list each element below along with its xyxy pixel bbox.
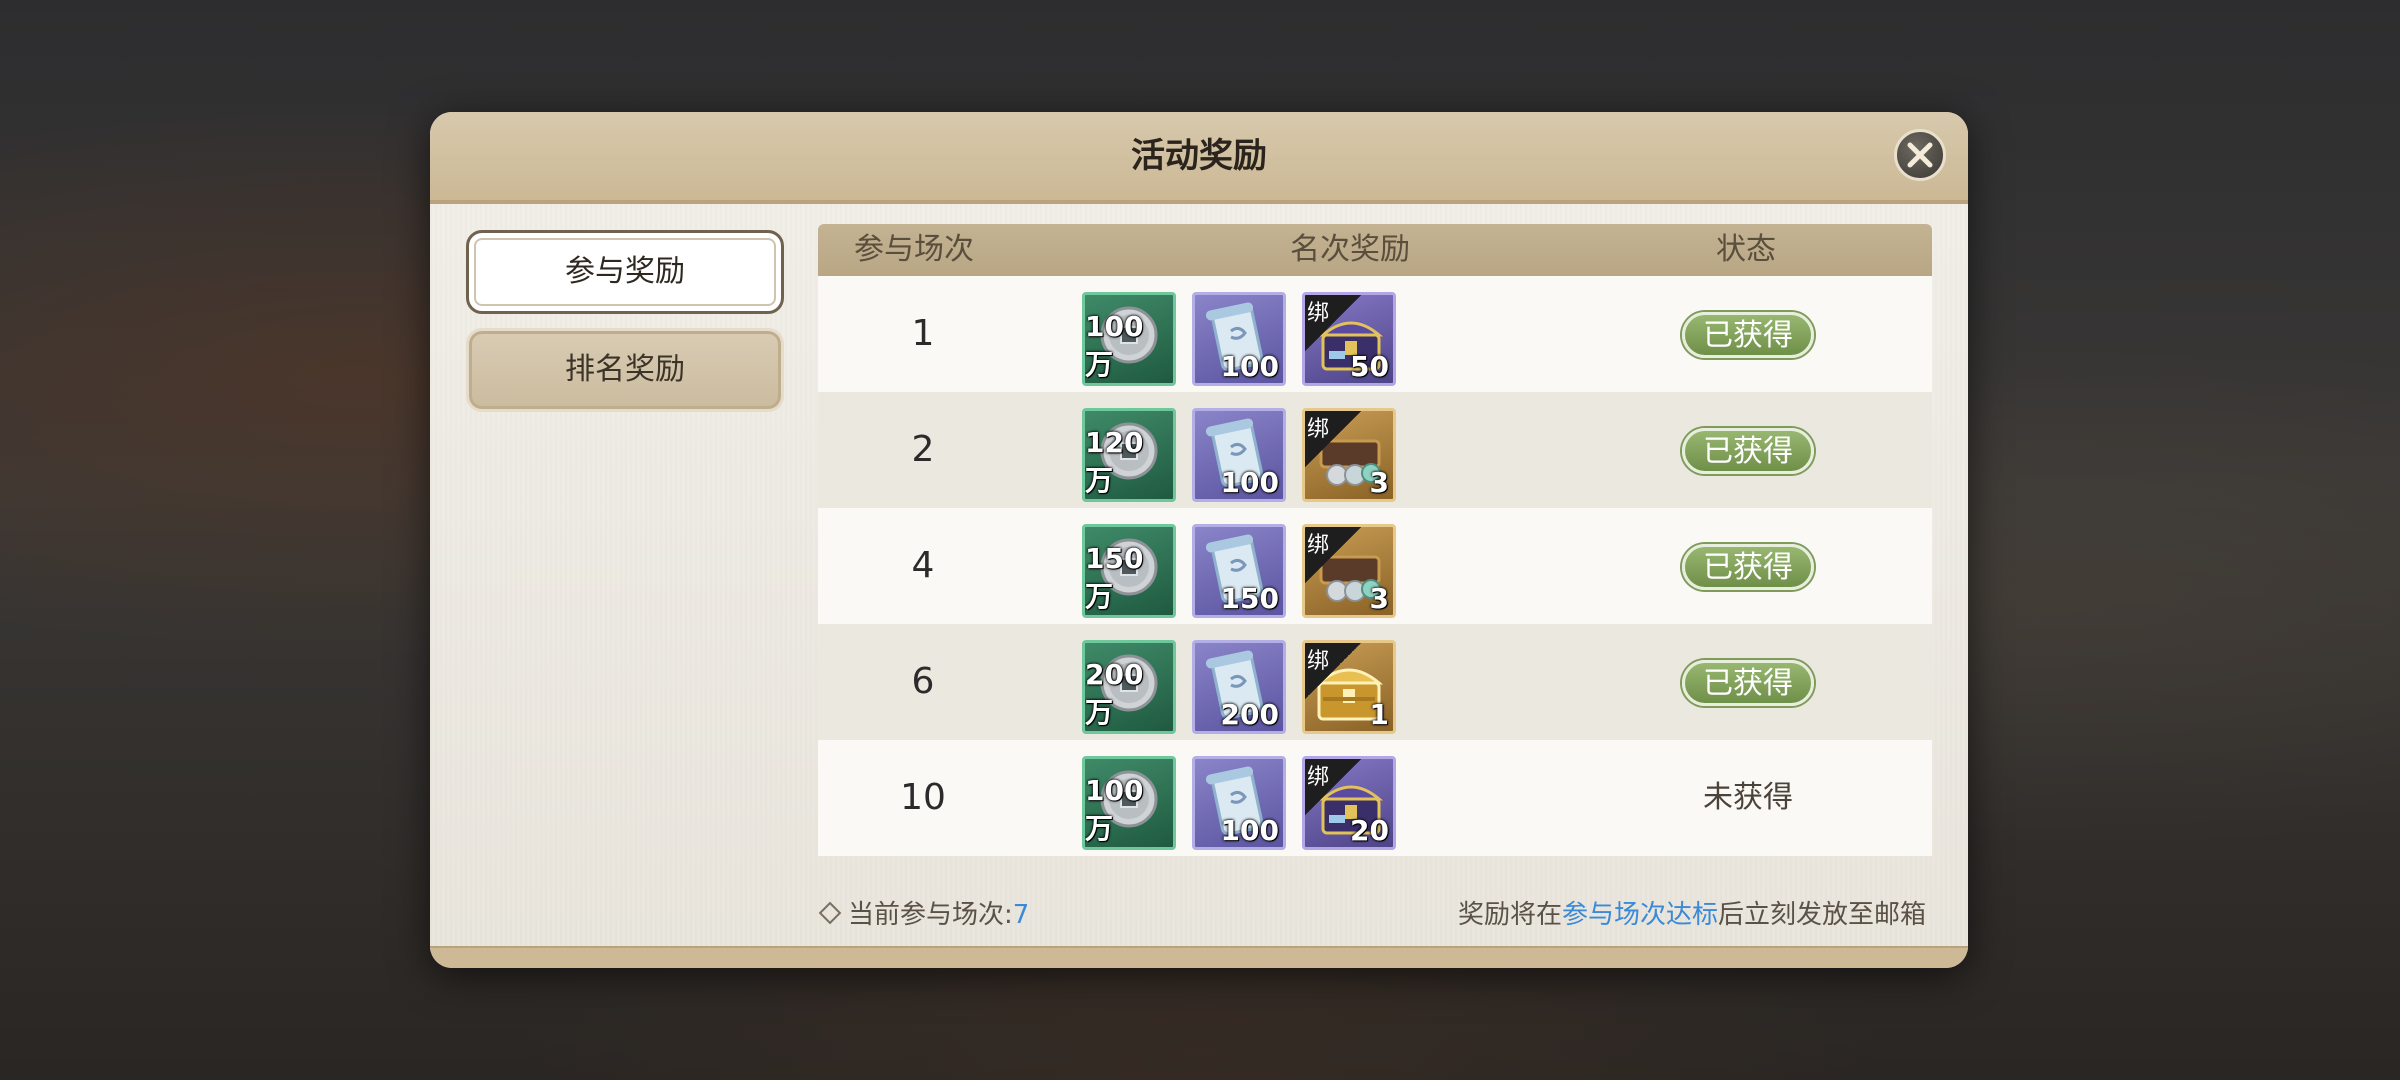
status-claimed-badge[interactable]: 已获得 — [1682, 544, 1814, 590]
reward-quantity: 200 — [1220, 698, 1279, 731]
reward-quantity: 100万 — [1085, 310, 1144, 381]
reward-item[interactable]: 绑 20 — [1302, 756, 1396, 850]
reward-note: 奖励将在参与场次达标后立刻发放至邮箱 — [1458, 894, 1926, 931]
reward-item[interactable]: 150 — [1192, 524, 1286, 618]
bound-badge: 绑 — [1305, 295, 1361, 351]
reward-quantity: 120万 — [1085, 426, 1144, 497]
tab-participation-rewards[interactable]: 参与奖励 — [466, 230, 784, 314]
reward-item[interactable]: 100万 — [1082, 292, 1176, 386]
bound-badge: 绑 — [1305, 527, 1361, 583]
table-row: 1 100万 100 绑 50 已获得 — [818, 276, 1932, 392]
reward-item[interactable]: 绑3 — [1302, 408, 1396, 502]
reward-quantity: 20 — [1350, 814, 1389, 847]
reward-quantity: 150万 — [1085, 542, 1144, 613]
status-claimed-badge[interactable]: 已获得 — [1682, 428, 1814, 474]
diamond-icon — [818, 901, 842, 924]
participation-count: 1 — [911, 313, 935, 354]
bound-badge: 绑 — [1305, 759, 1361, 815]
reward-quantity: 150 — [1220, 582, 1279, 615]
reward-item[interactable]: 绑1 — [1302, 640, 1396, 734]
reward-quantity: 100 — [1220, 466, 1279, 499]
reward-item[interactable]: 100万 — [1082, 756, 1176, 850]
status-claimed-badge[interactable]: 已获得 — [1682, 312, 1814, 358]
participation-count: 2 — [911, 429, 935, 470]
header-status: 状态 — [1716, 232, 1776, 267]
reward-item[interactable]: 100 — [1192, 408, 1286, 502]
table-row: 6 200万 200 绑 1 已获得 — [818, 624, 1932, 740]
reward-item[interactable]: 绑 50 — [1302, 292, 1396, 386]
reward-item[interactable]: 100 — [1192, 292, 1286, 386]
reward-item[interactable]: 150万 — [1082, 524, 1176, 618]
reward-item[interactable]: 绑3 — [1302, 524, 1396, 618]
bound-badge-label: 绑 — [1307, 765, 1330, 790]
close-icon — [1907, 142, 1933, 168]
bound-badge-label: 绑 — [1307, 301, 1330, 326]
header-participation-count: 参与场次 — [854, 232, 974, 267]
table-row: 4 150万 150 绑 3 已获得 — [818, 508, 1932, 624]
table-row: 10 100万 100 绑 20 未获得 — [818, 740, 1932, 856]
bound-badge: 绑 — [1305, 411, 1361, 467]
header-rank-rewards: 名次奖励 — [1290, 232, 1410, 267]
participation-count: 4 — [911, 545, 935, 586]
reward-quantity: 200万 — [1085, 658, 1144, 729]
reward-quantity: 3 — [1369, 582, 1389, 615]
current-participation: 当前参与场次:7 — [818, 894, 1030, 931]
reward-quantity: 3 — [1369, 466, 1389, 499]
status-claimed-badge[interactable]: 已获得 — [1682, 660, 1814, 706]
bound-badge-label: 绑 — [1307, 417, 1330, 442]
rewards-dialog: 活动奖励 参与奖励 排名奖励 参与场次 名次奖励 状态 1 100万 100 绑 50 已… — [430, 112, 1968, 968]
participation-count: 6 — [911, 661, 935, 702]
reward-quantity: 1 — [1369, 698, 1389, 731]
reward-note-prefix: 奖励将在 — [1457, 900, 1562, 930]
reward-quantity: 100万 — [1085, 774, 1144, 845]
reward-quantity: 100 — [1220, 814, 1279, 847]
status-unclaimed-text: 未获得 — [1703, 780, 1793, 815]
bound-badge-label: 绑 — [1307, 649, 1330, 674]
reward-note-highlight: 参与场次达标 — [1561, 900, 1718, 930]
bound-badge-label: 绑 — [1307, 533, 1330, 558]
reward-note-suffix: 后立刻发放至邮箱 — [1717, 900, 1926, 930]
bottom-border — [430, 946, 1968, 968]
reward-quantity: 100 — [1220, 350, 1279, 383]
table-header: 参与场次 名次奖励 状态 — [818, 224, 1932, 276]
reward-quantity: 50 — [1350, 350, 1389, 383]
dialog-title: 活动奖励 — [1131, 136, 1267, 176]
rewards-table: 参与场次 名次奖励 状态 1 100万 100 绑 50 已获得 2 120万 100 绑 3 已获得… — [818, 224, 1932, 858]
close-button[interactable] — [1894, 129, 1946, 181]
reward-item[interactable]: 200 — [1192, 640, 1286, 734]
reward-item[interactable]: 120万 — [1082, 408, 1176, 502]
tab-ranking-rewards[interactable]: 排名奖励 — [466, 328, 784, 412]
reward-item[interactable]: 100 — [1192, 756, 1286, 850]
title-bar: 活动奖励 — [430, 112, 1968, 204]
bound-badge: 绑 — [1305, 643, 1361, 699]
participation-count: 10 — [900, 777, 946, 818]
current-participation-label: 当前参与场次: — [848, 900, 1013, 930]
reward-item[interactable]: 200万 — [1082, 640, 1176, 734]
current-participation-value: 7 — [1012, 900, 1030, 930]
table-row: 2 120万 100 绑 3 已获得 — [818, 392, 1932, 508]
